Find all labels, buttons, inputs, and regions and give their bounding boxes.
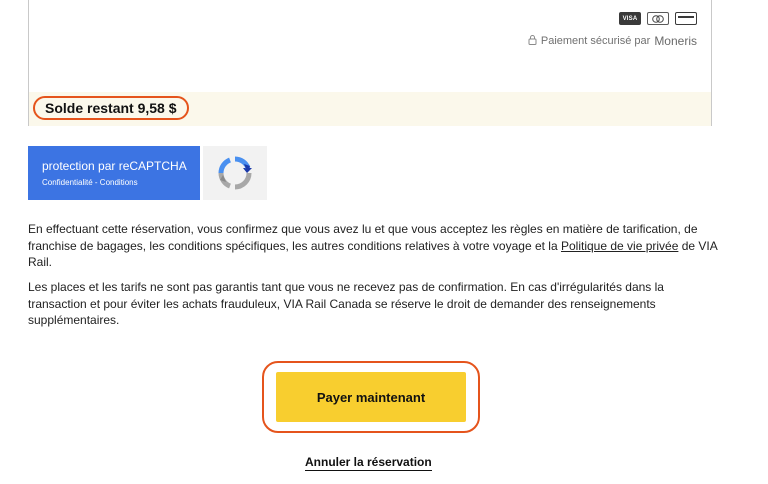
pay-button-highlight: Payer maintenant (262, 361, 480, 433)
terms-paragraph: En effectuant cette réservation, vous co… (28, 221, 718, 271)
moneris-brand: Moneris (654, 34, 697, 48)
recaptcha-badge: protection par reCAPTCHA Confidentialité… (28, 146, 200, 200)
payment-panel: VISA Paiement sécurisé par Moneris Solde… (28, 0, 712, 126)
recaptcha-title: protection par reCAPTCHA (42, 159, 187, 173)
privacy-policy-link[interactable]: Politique de vie privée (561, 239, 678, 253)
visa-card-icon: VISA (619, 12, 641, 25)
secure-payment-text: Paiement sécurisé par (540, 35, 651, 47)
lock-icon (528, 34, 537, 48)
balance-row: Solde restant 9,58 $ (29, 92, 711, 126)
cancel-reservation-link[interactable]: Annuler la réservation (305, 455, 432, 471)
recaptcha-links[interactable]: Confidentialité - Conditions (42, 178, 200, 187)
accepted-cards: VISA (619, 12, 697, 25)
credit-card-icon (675, 12, 697, 25)
pay-now-button[interactable]: Payer maintenant (276, 372, 466, 422)
recaptcha-logo-icon (203, 146, 267, 200)
recaptcha-widget[interactable]: protection par reCAPTCHA Confidentialité… (28, 146, 267, 200)
remaining-balance: Solde restant 9,58 $ (33, 96, 189, 120)
mastercard-circles-icon (652, 14, 664, 23)
mastercard-icon (647, 12, 669, 25)
notice-paragraph: Les places et les tarifs ne sont pas gar… (28, 280, 664, 327)
secure-payment-note: Paiement sécurisé par Moneris (528, 34, 697, 48)
